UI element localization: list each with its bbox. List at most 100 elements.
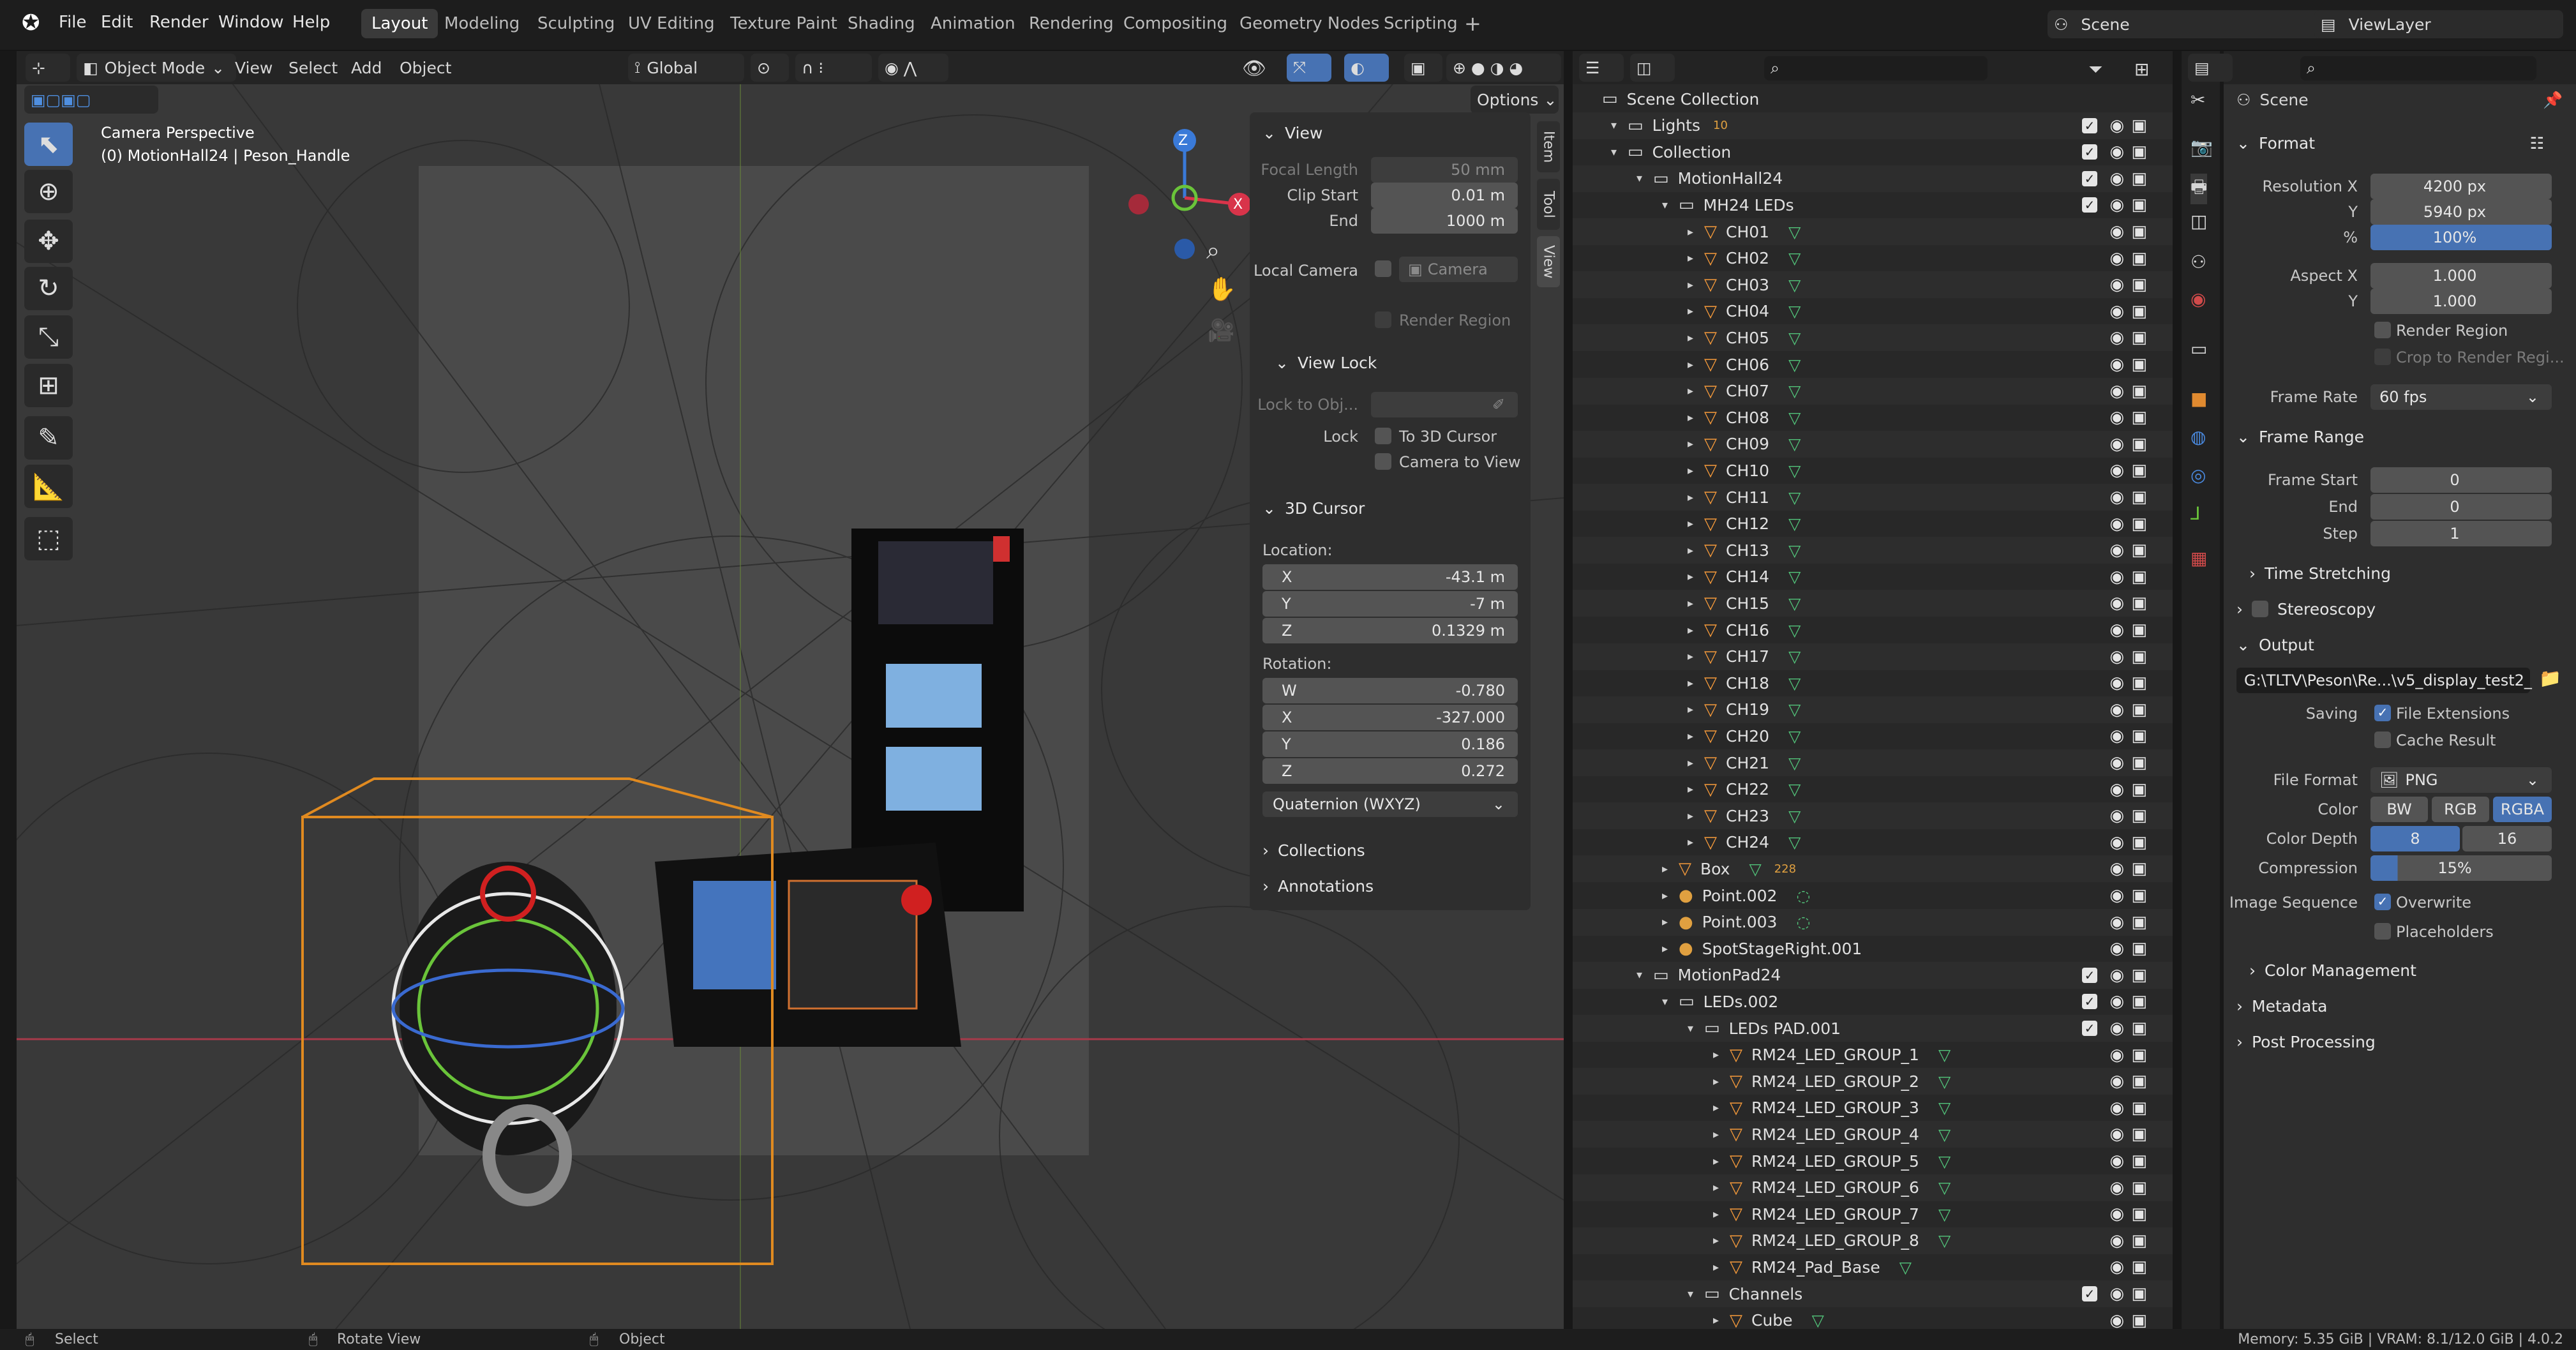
render-tab-icon[interactable]: 📷: [2190, 137, 2213, 158]
render-camera-icon[interactable]: ▣: [2131, 435, 2147, 454]
render-camera-icon[interactable]: ▣: [2131, 302, 2147, 321]
expand-right-icon[interactable]: ▸: [1713, 1101, 1730, 1114]
mesh-data-icon[interactable]: ▽: [1788, 356, 1801, 374]
expand-right-icon[interactable]: ▸: [1662, 942, 1679, 956]
rotate-tool[interactable]: ↻: [24, 267, 73, 310]
eye-icon[interactable]: ◉: [2109, 1311, 2124, 1329]
clip-end-field[interactable]: 1000 m: [1371, 208, 1518, 234]
eye-icon[interactable]: ◉: [2109, 700, 2124, 719]
resolution-percent-field[interactable]: 100%: [2370, 225, 2552, 250]
eye-icon[interactable]: ◉: [2109, 1099, 2124, 1118]
mesh-data-icon[interactable]: ▽: [1788, 594, 1801, 613]
eye-icon[interactable]: ◉: [2109, 806, 2124, 825]
expand-right-icon[interactable]: ▸: [1688, 491, 1704, 504]
eye-icon[interactable]: ◉: [2109, 1284, 2124, 1303]
outliner-object-row[interactable]: ▸ ▽ CH05 ▽ ◉ ▣: [1573, 324, 2173, 352]
pivot-selector[interactable]: ⊙: [751, 54, 789, 82]
outliner-object-row[interactable]: ▸ ▽ RM24_LED_GROUP_8 ▽ ◉ ▣: [1573, 1227, 2173, 1254]
viewlayer-selector[interactable]: ▤ ViewLayer: [2314, 10, 2563, 38]
stereoscopy-header[interactable]: › Stereoscopy: [2224, 592, 2576, 626]
menu-add[interactable]: Add: [351, 59, 382, 77]
lock-to-object-field[interactable]: ✐: [1371, 392, 1518, 417]
eye-icon[interactable]: ◉: [2109, 673, 2124, 693]
proportional-edit[interactable]: ◉ ⋀: [878, 54, 948, 82]
orientation-selector[interactable]: ⟟ Global: [628, 54, 744, 82]
expand-right-icon[interactable]: ▸: [1713, 1261, 1730, 1274]
render-camera-icon[interactable]: ▣: [2131, 966, 2147, 985]
mesh-data-icon[interactable]: ▽: [1788, 647, 1801, 666]
render-camera-icon[interactable]: ▣: [2131, 992, 2147, 1011]
eye-icon[interactable]: ◉: [2109, 992, 2124, 1011]
render-camera-icon[interactable]: ▣: [2131, 195, 2147, 214]
render-camera-icon[interactable]: ▣: [2131, 1072, 2147, 1091]
mesh-data-icon[interactable]: ▽: [1788, 249, 1801, 267]
render-camera-icon[interactable]: ▣: [2131, 514, 2147, 534]
render-camera-icon[interactable]: ▣: [2131, 1284, 2147, 1303]
visibility-icon[interactable]: 👁: [1242, 57, 1266, 80]
outliner-object-row[interactable]: ▸ ▽ CH18 ▽ ◉ ▣: [1573, 670, 2173, 696]
cursor-location-z[interactable]: Z 0.1329 m: [1262, 618, 1518, 643]
eye-icon[interactable]: ◉: [2109, 142, 2124, 161]
mesh-data-icon[interactable]: ▽: [1788, 727, 1801, 746]
eye-icon[interactable]: ◉: [2109, 195, 2124, 214]
render-camera-icon[interactable]: ▣: [2131, 913, 2147, 932]
eye-icon[interactable]: ◉: [2109, 302, 2124, 321]
annotations-header[interactable]: › Annotations: [1250, 869, 1531, 903]
menu-view[interactable]: View: [235, 59, 273, 77]
outliner-object-row[interactable]: ▸ ▽ RM24_LED_GROUP_3 ▽ ◉ ▣: [1573, 1095, 2173, 1121]
move-tool[interactable]: ✥: [24, 220, 73, 263]
outliner-collection-row[interactable]: ▾ ▭ LEDs.002 ✓ ◉ ▣: [1573, 988, 2173, 1015]
tab-texture-paint[interactable]: Texture Paint: [720, 9, 848, 38]
placeholders-checkbox[interactable]: [2374, 923, 2391, 940]
tab-uv-editing[interactable]: UV Editing: [618, 9, 725, 38]
color-rgb-button[interactable]: RGB: [2432, 797, 2489, 822]
render-camera-icon[interactable]: ▣: [2131, 169, 2147, 188]
zoom-icon[interactable]: ⌕: [1206, 236, 1220, 265]
eye-icon[interactable]: ◉: [2109, 780, 2124, 799]
tab-geometry-nodes[interactable]: Geometry Nodes: [1229, 9, 1389, 38]
outliner-editor-type[interactable]: ☰: [1579, 54, 1624, 82]
tab-shading[interactable]: Shading: [837, 9, 925, 38]
outliner-collection-row[interactable]: ▾ ▭ MotionPad24 ✓ ◉ ▣: [1573, 961, 2173, 989]
eye-icon[interactable]: ◉: [2109, 913, 2124, 932]
resolution-y-field[interactable]: 5940 px: [2370, 199, 2552, 225]
render-camera-icon[interactable]: ▣: [2131, 1311, 2147, 1329]
expand-right-icon[interactable]: ▸: [1688, 225, 1704, 239]
outliner-object-row[interactable]: ▸ ▽ CH23 ▽ ◉ ▣: [1573, 802, 2173, 830]
outliner-object-row[interactable]: ▸ ▽ CH13 ▽ ◉ ▣: [1573, 537, 2173, 564]
eye-icon[interactable]: ◉: [2109, 833, 2124, 852]
3d-cursor-header[interactable]: ⌄ 3D Cursor: [1250, 491, 1531, 525]
tab-modeling[interactable]: Modeling: [434, 9, 530, 38]
expand-right-icon[interactable]: ▸: [1688, 756, 1704, 770]
eye-icon[interactable]: ◉: [2109, 1125, 2124, 1144]
outliner-light-row[interactable]: ▸ ● Point.002 ◌ ◉ ▣: [1573, 882, 2173, 909]
constraint-tab-icon[interactable]: ⅃: [2190, 503, 2201, 524]
exclude-checkbox[interactable]: ✓: [2082, 144, 2097, 160]
overwrite-checkbox[interactable]: ✓: [2374, 894, 2391, 910]
render-camera-icon[interactable]: ▣: [2131, 1019, 2147, 1038]
outliner-object-row[interactable]: ▸ ▽ CH03 ▽ ◉ ▣: [1573, 271, 2173, 299]
tab-animation[interactable]: Animation: [920, 9, 1026, 38]
mesh-data-icon[interactable]: ▽: [1788, 302, 1801, 320]
output-path-field[interactable]: G:\TLTV\Peson\Re...\v5_display_test2_: [2236, 668, 2532, 693]
folder-icon[interactable]: 📁: [2539, 668, 2561, 689]
expand-right-icon[interactable]: ▸: [1662, 915, 1679, 929]
mesh-data-icon[interactable]: ▽: [1938, 1072, 1951, 1091]
selection-mode-buttons[interactable]: ▣▢▣▢: [24, 86, 158, 114]
tab-layout[interactable]: Layout: [361, 9, 438, 38]
expand-down-icon[interactable]: ▾: [1662, 199, 1679, 212]
expand-right-icon[interactable]: ▸: [1688, 411, 1704, 424]
tab-sculpting[interactable]: Sculpting: [527, 9, 625, 38]
render-camera-icon[interactable]: ▣: [2131, 1151, 2147, 1171]
outliner-object-row[interactable]: ▸ ▽ Cube ▽ ◉ ▣: [1573, 1307, 2173, 1329]
expand-right-icon[interactable]: ▸: [1713, 1234, 1730, 1247]
xray-toggle[interactable]: ▣: [1404, 54, 1442, 82]
mesh-data-icon[interactable]: ▽: [1788, 329, 1801, 347]
tool-tab-icon[interactable]: ✂: [2190, 89, 2205, 110]
format-header[interactable]: ⌄ Format ☷: [2224, 126, 2576, 160]
eye-icon[interactable]: ◉: [2109, 1231, 2124, 1250]
physics-tab-icon[interactable]: ◎: [2190, 465, 2206, 486]
expand-right-icon[interactable]: ▸: [1713, 1208, 1730, 1221]
color-management-header[interactable]: › Color Management: [2224, 954, 2576, 987]
render-region-checkbox[interactable]: [2374, 322, 2391, 338]
